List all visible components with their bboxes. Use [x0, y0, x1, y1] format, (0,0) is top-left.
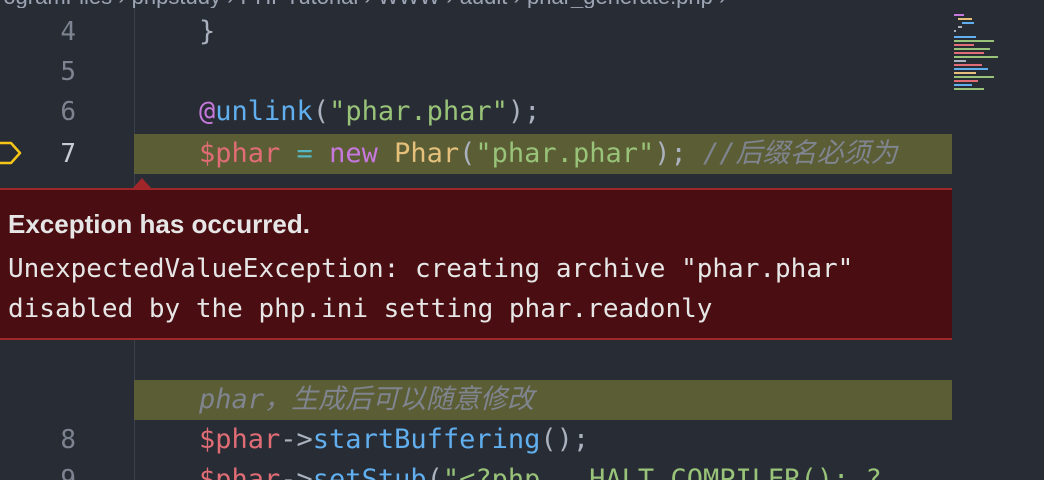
code-token: new — [329, 138, 378, 169]
line-code[interactable]: @unlink("phar.phar"); — [199, 96, 540, 128]
code-line[interactable]: 4 } — [0, 12, 952, 52]
code-comment: //后缀名必须为 — [703, 138, 898, 169]
minimap-line — [954, 52, 984, 54]
exception-message: UnexpectedValueException: creating archi… — [8, 249, 853, 329]
breadcrumb-path[interactable]: rogramFiles › phpstudy › PHPTutorial › W… — [0, 0, 726, 8]
code-token: Phar — [394, 138, 460, 169]
breakpoint-arrow-icon[interactable] — [0, 138, 24, 168]
minimap-line — [958, 18, 972, 20]
code-line[interactable]: 9 $phar->setStub("<?php __HALT_COMPILER(… — [0, 460, 952, 480]
minimap-line — [954, 30, 956, 32]
minimap-line — [962, 22, 974, 24]
line-code[interactable]: $phar->startBuffering(); — [199, 424, 589, 456]
code-token: (); — [540, 424, 590, 455]
exception-title: Exception has occurred. — [8, 209, 310, 239]
line-number: 5 — [60, 57, 76, 87]
code-token: = — [280, 138, 330, 169]
minimap-line — [954, 48, 990, 50]
line-code[interactable]: } — [199, 16, 215, 48]
code-token: $phar — [199, 138, 281, 169]
line-number: 6 — [60, 97, 76, 127]
exception-message-line: disabled by the php.ini setting phar.rea… — [8, 294, 713, 324]
code-token: "phar.phar" — [329, 96, 508, 127]
exception-widget[interactable]: Exception has occurred. UnexpectedValueE… — [0, 188, 952, 340]
code-line-current[interactable]: 7 $phar = new Phar("phar.phar"); //后缀名必须… — [0, 134, 952, 174]
minimap-line — [954, 60, 966, 62]
line-code[interactable]: $phar = new Phar("phar.phar"); //后缀名必须为 — [199, 138, 898, 170]
minimap-line — [954, 76, 994, 78]
minimap-line — [954, 68, 988, 70]
code-token: "<?php __HALT_COMPILER(); ? — [442, 464, 882, 480]
code-token: ); — [654, 138, 703, 169]
minimap-line — [954, 64, 982, 66]
code-token: ( — [426, 464, 443, 480]
minimap-line — [954, 44, 974, 46]
code-token: -> — [280, 464, 313, 480]
code-token: setStub — [312, 464, 427, 480]
code-token: ); — [507, 96, 541, 127]
code-token: } — [199, 16, 216, 47]
exception-message-line: UnexpectedValueException: creating archi… — [8, 254, 854, 284]
code-comment: phar，生成后可以随意修改 — [199, 384, 535, 415]
code-token: ( — [312, 96, 330, 127]
code-token: $phar — [199, 464, 281, 480]
minimap-line — [954, 56, 998, 58]
code-editor[interactable]: 4 } 5 6 @unlink("phar.phar"); 7 $phar = … — [0, 8, 952, 480]
line-number: 4 — [60, 17, 76, 47]
line-number: 8 — [60, 425, 76, 455]
code-line-wrap[interactable]: phar，生成后可以随意修改 — [0, 380, 952, 420]
code-token: unlink — [215, 96, 313, 127]
code-token: -> — [280, 424, 313, 455]
minimap-line — [954, 80, 978, 82]
code-token: @ — [199, 96, 216, 127]
code-token: ( — [459, 138, 476, 169]
breadcrumb[interactable]: rogramFiles › phpstudy › PHPTutorial › W… — [0, 0, 1044, 8]
line-code[interactable]: phar，生成后可以随意修改 — [199, 384, 534, 416]
minimap-line — [954, 36, 976, 38]
minimap[interactable] — [952, 0, 1044, 480]
code-line[interactable]: 8 $phar->startBuffering(); — [0, 420, 952, 460]
minimap-line — [958, 26, 962, 28]
minimap-line — [954, 40, 994, 42]
minimap-line — [954, 14, 964, 16]
code-line[interactable]: 6 @unlink("phar.phar"); — [0, 92, 952, 132]
code-token: startBuffering — [312, 424, 541, 455]
minimap-line — [954, 84, 972, 86]
line-code[interactable]: $phar->setStub("<?php __HALT_COMPILER();… — [199, 464, 882, 480]
exception-pointer — [133, 178, 151, 188]
line-number: 9 — [60, 465, 76, 480]
code-line[interactable]: 5 — [0, 52, 952, 92]
minimap-line — [954, 72, 976, 74]
code-token: $phar — [199, 424, 281, 455]
code-token: "phar.phar" — [475, 138, 655, 169]
minimap-line — [954, 88, 984, 90]
